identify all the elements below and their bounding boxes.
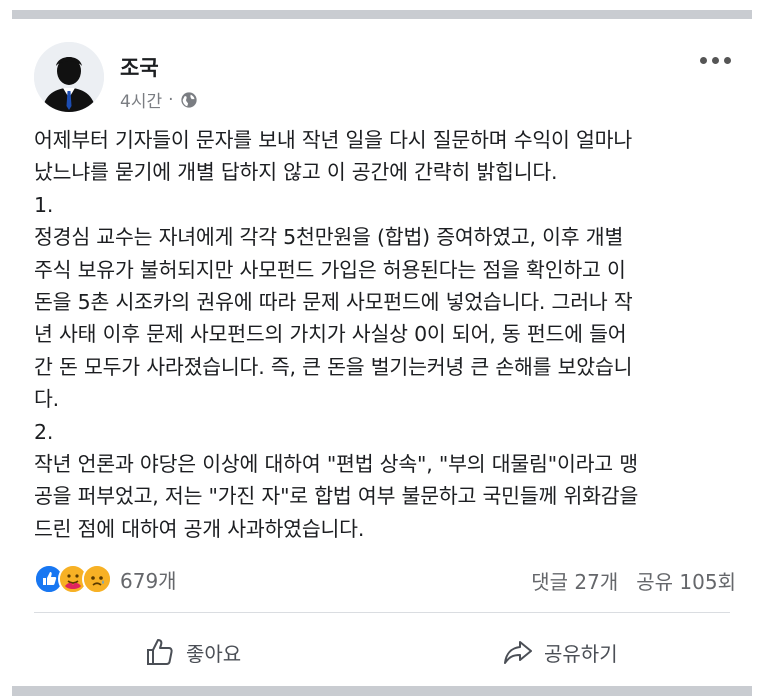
share-count[interactable]: 공유 105회 [636,566,736,595]
post-line: 1. [34,192,54,217]
post-line: 공을 퍼부었고, 저는 "가진 자"로 합법 여부 불문하고 국민들께 위화감을 [34,484,639,509]
action-divider [34,612,730,613]
post-time[interactable]: 4시간 [120,87,162,112]
thumbs-up-icon [147,639,173,665]
share-button[interactable]: 공유하기 [502,636,618,668]
share-button-label: 공유하기 [544,641,618,666]
post-line: 주식 보유가 불허되지만 사모펀드 가입은 허용된다는 점을 확인하고 이 [34,257,626,282]
sad-reaction-icon [82,564,112,594]
avatar[interactable] [34,42,104,112]
post-line: 났느냐를 묻기에 개별 답하지 않고 이 공간에 간략히 밝힙니다. [34,160,558,185]
more-dot [700,56,707,64]
more-dot [712,56,719,64]
post-body: 어제부터 기자들이 문자를 보내 작년 일을 다시 질문하며 수익이 얼마나 났… [34,124,744,545]
reaction-count[interactable]: 679개 [120,565,177,594]
post-line: 년 사태 이후 문제 사모펀드의 가치가 사실상 0이 되어, 동 펀드에 들어 [34,322,627,347]
post-line: 드린 점에 대하여 공개 사과하였습니다. [34,516,365,541]
post-line: 돈을 5촌 시조카의 권유에 따라 문제 사모펀드에 넣었습니다. 그러나 작 [34,290,633,315]
post-meta: 4시간 · [120,87,198,112]
engagement-stats: 댓글 27개 공유 105회 [531,566,736,595]
more-dot [724,56,731,64]
post-line: 다. [34,387,59,412]
top-divider-bar [12,10,752,19]
bottom-divider-bar [12,686,752,696]
share-arrow-icon [504,641,532,664]
comment-count[interactable]: 댓글 27개 [531,566,618,595]
post-line: 간 돈 모두가 사라졌습니다. 즉, 큰 돈을 벌기는커녕 큰 손해를 보았습니 [34,354,633,379]
reactions-summary[interactable]: 679개 [34,564,177,594]
author-name[interactable]: 조국 [120,52,159,82]
meta-separator: · [168,89,174,110]
post-line: 2. [34,419,54,444]
like-button[interactable]: 좋아요 [144,636,241,668]
more-options-icon[interactable] [700,52,734,68]
avatar-person-icon [34,42,104,112]
post-line: 정경심 교수는 자녀에게 각각 5천만원을 (합법) 증여하였고, 이후 개별 [34,225,624,250]
post-line: 어제부터 기자들이 문자를 보내 작년 일을 다시 질문하며 수익이 얼마나 [34,128,632,152]
globe-icon[interactable] [180,91,198,109]
post-line: 작년 언론과 야당은 이상에 대하여 "편법 상속", "부의 대물림"이라고 … [34,452,638,477]
like-button-label: 좋아요 [186,641,242,666]
